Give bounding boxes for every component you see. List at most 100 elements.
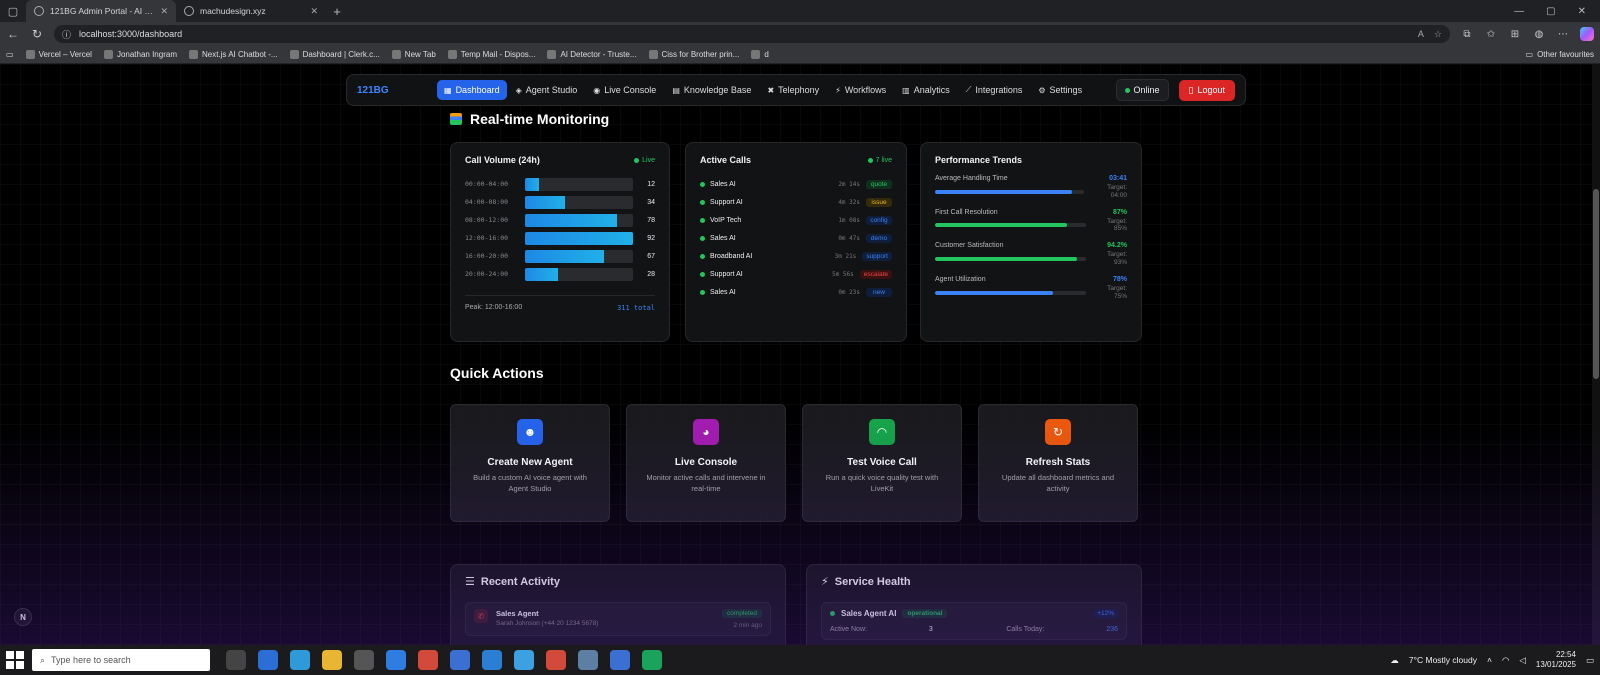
nav-item-dashboard[interactable]: ▦ Dashboard: [437, 80, 507, 100]
bookmark-item[interactable]: Dashboard | Clerk.c...: [289, 50, 380, 59]
brand-logo[interactable]: 121BG: [357, 85, 433, 96]
app-icon[interactable]: [610, 650, 630, 670]
nav-item-knowledge-base[interactable]: ▤ Knowledge Base: [665, 80, 758, 100]
bookmark-item[interactable]: Ciss for Brother prin...: [648, 50, 739, 59]
close-window-icon[interactable]: ✕: [1578, 6, 1586, 17]
edge-icon[interactable]: [258, 650, 278, 670]
metric-bar: [935, 290, 1053, 295]
active-call-row[interactable]: Sales AI 0m 23s new: [700, 283, 892, 301]
call-agent-name: Support AI: [710, 270, 743, 278]
volume-value: 92: [647, 234, 655, 242]
app-icon[interactable]: [642, 650, 662, 670]
weather-text[interactable]: 7°C Mostly cloudy: [1409, 655, 1477, 665]
nav-label: Dashboard: [455, 85, 500, 95]
volume-range: 00:00-04:00: [465, 180, 509, 188]
quick-action-refresh-stats[interactable]: ↻ Refresh Stats Update all dashboard metri…: [978, 404, 1138, 522]
page-scrollbar[interactable]: [1592, 64, 1600, 645]
quick-action-live-console[interactable]: ◕ Live Console Monitor active calls and in…: [626, 404, 786, 522]
service-name: Sales Agent AI: [841, 609, 897, 618]
nav-item-analytics[interactable]: ▥ Analytics: [895, 80, 957, 100]
bookmark-item[interactable]: New Tab: [391, 50, 436, 59]
performance-metric: Agent Utilization 78% Target: 75%: [935, 276, 1127, 301]
tab-close-icon[interactable]: ✕: [160, 6, 168, 17]
read-aloud-icon[interactable]: A: [1418, 29, 1424, 40]
tray-chevron-icon[interactable]: ˄: [1487, 655, 1492, 665]
minimize-icon[interactable]: —: [1514, 6, 1524, 17]
quick-action-create-new-agent[interactable]: ☻ Create New Agent Build a custom AI voice…: [450, 404, 610, 522]
active-call-row[interactable]: Sales AI 2m 14s quote: [700, 175, 892, 193]
scrollbar-thumb[interactable]: [1593, 189, 1599, 379]
collections-icon[interactable]: ⊞: [1508, 29, 1522, 40]
active-call-row[interactable]: Support AI 5m 56s escalate: [700, 265, 892, 283]
logout-button[interactable]: ▯ Logout: [1178, 79, 1235, 101]
quick-action-title: Refresh Stats: [1025, 457, 1091, 468]
vscode-icon[interactable]: [482, 650, 502, 670]
bookmark-item[interactable]: Jonathan Ingram: [103, 50, 177, 59]
nav-item-settings[interactable]: ⚙ Settings: [1031, 80, 1089, 100]
call-agent: Sales AI: [700, 235, 838, 242]
start-button-icon[interactable]: [6, 651, 24, 669]
bookmark-item[interactable]: AI Detector - Truste...: [547, 50, 637, 59]
copilot-icon[interactable]: [1580, 27, 1594, 41]
metric-bar-track: [935, 223, 1087, 228]
bookmark-folder-icon[interactable]: ▭: [6, 50, 14, 59]
active-call-row[interactable]: Support AI 4m 32s issue: [700, 193, 892, 211]
app-icon[interactable]: [578, 650, 598, 670]
maximize-icon[interactable]: ▢: [1546, 6, 1555, 17]
back-icon[interactable]: ←: [6, 27, 20, 41]
nav-item-integrations[interactable]: ⟋ Integrations: [959, 80, 1030, 100]
bookmark-item[interactable]: Temp Mail - Dispos...: [447, 50, 535, 59]
nextjs-dev-badge[interactable]: N: [14, 608, 32, 626]
url-field[interactable]: ⓘ localhost:3000/dashboard A ☆: [54, 25, 1450, 43]
volume-bar-track: [525, 195, 633, 209]
activity-item[interactable]: ✆ Sales Agent Sarah Johnson (+44 20 1234…: [465, 602, 771, 636]
more-menu-icon[interactable]: ⋯: [1556, 29, 1570, 40]
new-tab-button[interactable]: +: [326, 4, 348, 19]
bookmark-item[interactable]: Next.js AI Chatbot -...: [188, 50, 278, 59]
service-item[interactable]: Sales Agent AI operational +12% Active N…: [821, 602, 1127, 640]
volume-value: 12: [647, 180, 655, 188]
volume-range: 04:00-08:00: [465, 198, 509, 206]
site-info-icon[interactable]: ⓘ: [62, 28, 71, 41]
file-explorer-icon[interactable]: [322, 650, 342, 670]
notifications-icon[interactable]: ▭: [1586, 655, 1594, 666]
task-view-icon[interactable]: [226, 650, 246, 670]
call-dot-icon: [700, 271, 705, 277]
call-tag: new: [866, 287, 892, 297]
reload-icon[interactable]: ↻: [30, 27, 44, 41]
tab-close-icon[interactable]: ✕: [310, 6, 318, 17]
live-indicator: Live: [634, 157, 655, 164]
nav-item-telephony[interactable]: ✖ Telephony: [760, 80, 826, 100]
favorites-icon[interactable]: ✩: [1484, 29, 1498, 40]
wifi-icon[interactable]: ◠: [1502, 655, 1509, 666]
active-call-row[interactable]: VoIP Tech 1m 08s config: [700, 211, 892, 229]
app-icon[interactable]: [450, 650, 470, 670]
browser-tab[interactable]: machudesign.xyz ✕: [176, 0, 326, 22]
bookmark-item[interactable]: d: [751, 50, 769, 59]
nav-item-agent-studio[interactable]: ◈ Agent Studio: [509, 80, 585, 100]
window-menu-icon[interactable]: ▢: [0, 0, 26, 22]
store-icon[interactable]: [354, 650, 374, 670]
clock[interactable]: 22:54 13/01/2025: [1536, 650, 1576, 669]
browser-icon[interactable]: [290, 650, 310, 670]
chrome-icon[interactable]: [546, 650, 566, 670]
call-duration: 5m 56s: [832, 270, 854, 278]
quick-action-test-voice-call[interactable]: ◠ Test Voice Call Run a quick voice qualit…: [802, 404, 962, 522]
chrome-icon[interactable]: [418, 650, 438, 670]
weather-icon[interactable]: ☁: [1390, 655, 1399, 666]
taskbar-search[interactable]: ⌕ Type here to search: [32, 649, 210, 671]
favorite-star-icon[interactable]: ☆: [1434, 29, 1442, 40]
other-favourites[interactable]: ▭ Other favourites: [1526, 50, 1594, 59]
active-call-row[interactable]: Broadband AI 3m 21s support: [700, 247, 892, 265]
mail-icon[interactable]: [386, 650, 406, 670]
active-call-row[interactable]: Sales AI 0m 47s demo: [700, 229, 892, 247]
nav-item-workflows[interactable]: ⚡ Workflows: [828, 80, 893, 100]
app-icon[interactable]: [514, 650, 534, 670]
nav-item-live-console[interactable]: ◉ Live Console: [586, 80, 663, 100]
volume-icon[interactable]: ◁: [1519, 655, 1526, 666]
bookmark-item[interactable]: Vercel – Vercel: [25, 50, 92, 59]
phone-icon: ✆: [474, 609, 488, 623]
extensions-icon[interactable]: ⧉: [1460, 29, 1474, 40]
browser-tab-active[interactable]: 121BG Admin Portal - AI Voice Ag ✕: [26, 0, 176, 22]
profile-icon[interactable]: ◍: [1532, 29, 1546, 40]
